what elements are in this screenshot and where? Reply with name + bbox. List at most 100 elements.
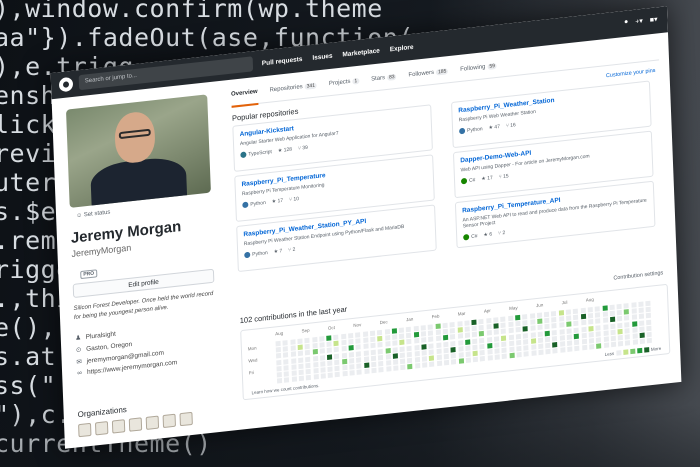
contribution-day[interactable] [442,328,448,335]
contribution-day[interactable] [508,334,514,340]
github-logo-icon[interactable] [58,76,74,93]
contribution-day[interactable] [493,335,500,342]
contribution-day[interactable] [551,317,557,323]
contribution-day[interactable] [516,345,522,352]
contribution-day[interactable] [349,364,355,370]
contribution-day[interactable] [428,349,435,355]
tab-projects[interactable]: Projects 1 [329,74,360,95]
contribution-day[interactable] [421,343,427,350]
contribution-day[interactable] [487,349,493,355]
contribution-day[interactable] [530,338,536,344]
contribution-day[interactable] [371,367,377,374]
contribution-day[interactable] [465,351,471,357]
contribution-day[interactable] [284,377,290,383]
contribution-day[interactable] [320,367,326,373]
contribution-day[interactable] [616,303,622,310]
contribution-day[interactable] [515,333,521,340]
contribution-day[interactable] [522,326,528,333]
contribution-day[interactable] [574,345,580,352]
repo-forks[interactable]: ⑂ 39 [298,145,308,152]
contribution-day[interactable] [291,364,297,370]
contribution-day[interactable] [458,358,464,364]
contribution-day[interactable] [494,342,500,348]
contribution-day[interactable] [479,349,486,356]
contribution-day[interactable] [464,332,470,339]
contribution-day[interactable] [313,368,319,374]
contribution-day[interactable] [609,304,615,311]
contribution-day[interactable] [529,319,535,326]
contribution-day[interactable] [624,309,630,315]
contribution-day[interactable] [603,330,609,336]
contribution-day[interactable] [458,352,464,358]
contribution-day[interactable] [399,352,406,358]
contribution-day[interactable] [645,300,651,307]
contribution-day[interactable] [406,345,413,351]
contribution-day[interactable] [334,359,340,365]
contribution-day[interactable] [624,321,630,328]
contribution-day[interactable] [507,315,513,322]
contribution-day[interactable] [588,319,594,325]
contribution-day[interactable] [333,334,339,341]
contribution-day[interactable] [551,310,557,317]
contribution-day[interactable] [378,367,384,373]
contribution-day[interactable] [420,331,427,337]
contribution-day[interactable] [435,329,441,336]
contribution-day[interactable] [595,312,601,318]
contribution-day[interactable] [623,303,630,309]
contribution-day[interactable] [305,368,311,375]
contribution-day[interactable] [443,347,449,354]
contribution-day[interactable] [508,328,514,334]
contribution-day[interactable] [377,329,383,336]
contribution-day[interactable] [465,357,471,364]
contribution-day[interactable] [450,340,456,347]
contribution-day[interactable] [602,311,608,318]
contribution-day[interactable] [348,345,354,351]
contribution-day[interactable] [464,339,471,345]
repo-stars[interactable]: ★ 47 [488,124,500,131]
contribution-day[interactable] [501,341,507,347]
contribution-day[interactable] [552,329,558,336]
contribution-day[interactable] [319,336,325,342]
contribution-day[interactable] [442,322,448,329]
contribution-day[interactable] [617,316,623,322]
contribution-day[interactable] [494,348,500,354]
contribution-day[interactable] [552,348,558,354]
contribution-day[interactable] [283,371,290,377]
contribution-day[interactable] [385,347,391,354]
repo-forks[interactable]: ⑂ 15 [499,173,509,180]
contribution-day[interactable] [427,324,434,330]
contribution-day[interactable] [493,323,499,329]
contribution-day[interactable] [610,323,616,329]
contribution-day[interactable] [356,350,362,357]
contribution-day[interactable] [356,357,362,363]
nav-issues[interactable]: Issues [312,52,332,61]
contribution-day[interactable] [530,344,536,350]
contribution-day[interactable] [574,333,580,339]
contribution-day[interactable] [371,361,377,368]
contribution-day[interactable] [645,306,652,313]
contribution-day[interactable] [646,325,652,332]
contribution-day[interactable] [378,360,384,367]
contribution-day[interactable] [537,318,543,325]
contribution-day[interactable] [297,338,303,345]
contribution-day[interactable] [478,318,484,325]
contribution-day[interactable] [429,355,435,361]
contribution-day[interactable] [602,317,608,324]
contribution-day[interactable] [508,346,515,353]
contribution-day[interactable] [595,318,601,325]
contribution-day[interactable] [341,352,347,358]
contribution-day[interactable] [567,346,573,353]
contribution-day[interactable] [471,332,478,338]
contribution-day[interactable] [392,359,399,365]
contribution-day[interactable] [617,322,623,329]
contribution-day[interactable] [573,327,579,333]
contribution-day[interactable] [581,345,587,351]
contribution-day[interactable] [617,328,623,335]
contribution-day[interactable] [472,350,478,357]
contribution-day[interactable] [610,341,616,348]
contribution-day[interactable] [566,321,572,328]
contribution-day[interactable] [422,362,428,368]
contribution-day[interactable] [587,306,593,313]
contribution-day[interactable] [442,335,449,341]
contribution-day[interactable] [385,353,391,360]
